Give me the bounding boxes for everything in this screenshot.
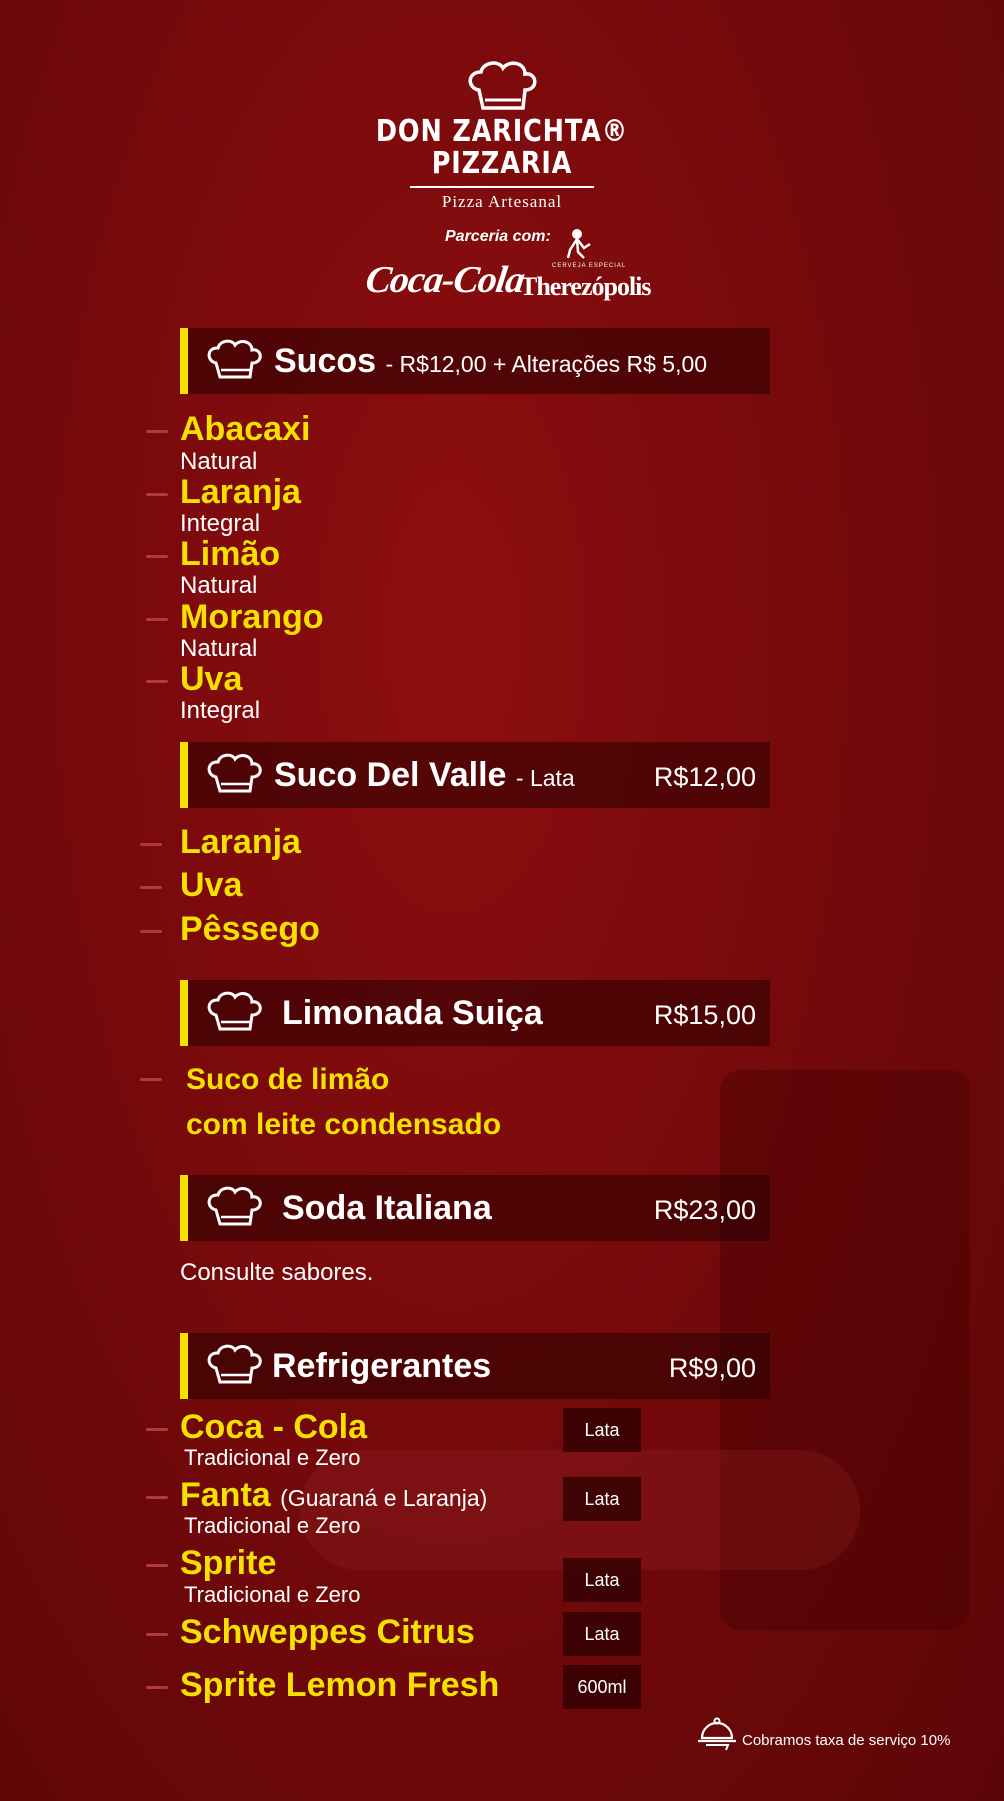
- size-tag: Lata: [563, 1558, 641, 1602]
- bullet: [146, 493, 168, 496]
- menu-item: com leite condensado: [186, 1108, 502, 1141]
- size-tag: 600ml: [563, 1665, 641, 1709]
- brand-tagline: Pizza Artesanal: [441, 192, 563, 211]
- section-price: R$23,00: [653, 1195, 756, 1225]
- chef-hat-logo-icon: [468, 61, 537, 110]
- menu-item-desc: Tradicional e Zero: [184, 1445, 361, 1470]
- bullet: [146, 1633, 168, 1636]
- bullet: [140, 930, 162, 933]
- menu-item: Coca - Cola: [180, 1408, 368, 1446]
- bullet: [146, 1428, 168, 1431]
- brand-name-line1: DON ZARICHTA®: [375, 114, 629, 149]
- bullet: [146, 1496, 168, 1499]
- menu-item: Uva: [180, 866, 243, 904]
- size-tag: Lata: [563, 1408, 641, 1452]
- accent-bar: [180, 980, 188, 1046]
- menu-item: Laranja: [180, 473, 301, 511]
- logo: DON ZARICHTA® PIZZARIA Pizza Artesanal: [0, 60, 1004, 212]
- section-price: R$9,00: [668, 1353, 756, 1383]
- menu-item: Fanta (Guaraná e Laranja): [180, 1476, 487, 1517]
- menu-item: Pêssego: [180, 910, 320, 948]
- brand-divider: [410, 186, 594, 188]
- service-fee-note: Cobramos taxa de serviço 10%: [742, 1732, 951, 1749]
- accent-bar: [180, 742, 188, 808]
- accent-bar: [180, 1175, 188, 1241]
- menu-item: Sprite Lemon Fresh: [180, 1666, 500, 1704]
- menu-item-desc: Tradicional e Zero: [184, 1513, 361, 1538]
- section-subtitle: - R$12,00 + Alterações R$ 5,00: [385, 351, 708, 377]
- section-header-suco-del-valle: Suco Del Valle - Lata R$12,00: [180, 742, 770, 808]
- bullet: [146, 618, 168, 621]
- section-title: Sucos - R$12,00 + Alterações R$ 5,00: [274, 342, 707, 381]
- section-title: Suco Del Valle - Lata: [274, 756, 575, 795]
- brand-name-line2: PIZZARIA: [431, 146, 573, 181]
- menu-item: Schweppes Citrus: [180, 1613, 475, 1651]
- menu-item-desc: Natural: [180, 448, 258, 475]
- menu-item-extra: (Guaraná e Laranja): [280, 1485, 488, 1511]
- bullet: [146, 680, 168, 683]
- size-tag: Lata: [563, 1477, 641, 1521]
- chef-hat-icon: [207, 753, 262, 793]
- chef-hat-icon: [207, 339, 262, 379]
- section-title: Limonada Suiça: [282, 994, 543, 1032]
- section-header-soda-italiana: Soda Italiana R$23,00: [180, 1175, 770, 1241]
- bullet: [140, 1078, 162, 1081]
- size-tag: Lata: [563, 1612, 641, 1656]
- mascot-icon: [566, 229, 591, 259]
- menu-item-desc: Tradicional e Zero: [184, 1582, 361, 1607]
- section-header-limonada-suica: Limonada Suiça R$15,00: [180, 980, 770, 1046]
- chef-hat-icon: [207, 991, 262, 1031]
- bullet: [146, 555, 168, 558]
- menu-item-desc: Natural: [180, 572, 258, 599]
- menu-item-desc: Integral: [180, 697, 261, 724]
- bullet: [140, 886, 162, 889]
- section-title-text: Sucos: [274, 342, 377, 380]
- coca-cola-logo: Coca-Cola: [363, 259, 527, 301]
- section-header-sucos: Sucos - R$12,00 + Alterações R$ 5,00: [180, 328, 770, 394]
- menu-item: Limão: [180, 535, 281, 573]
- menu-item: Abacaxi: [180, 410, 311, 448]
- section-price: R$15,00: [653, 1000, 756, 1030]
- menu-item: Laranja: [180, 823, 301, 861]
- beer-logo-subtitle: CERVEJA ESPECIAL: [552, 263, 627, 269]
- bullet: [140, 843, 162, 846]
- bullet: [146, 1564, 168, 1567]
- bullet: [146, 430, 168, 433]
- section-subtitle: - Lata: [515, 765, 575, 791]
- partner-label: Parceria com:: [445, 228, 551, 245]
- menu-item: Suco de limão: [186, 1063, 390, 1096]
- section-title: Refrigerantes: [272, 1347, 492, 1385]
- menu-item: Sprite: [180, 1544, 277, 1582]
- section-note: Consulte sabores.: [180, 1259, 374, 1286]
- section-title-text: Suco Del Valle: [274, 756, 507, 794]
- bullet: [146, 1686, 168, 1689]
- service-cloche-icon: [698, 1717, 736, 1751]
- menu-item: Morango: [180, 598, 324, 636]
- menu-item-desc: Natural: [180, 635, 258, 662]
- menu-item-name: Fanta: [180, 1476, 271, 1514]
- accent-bar: [180, 328, 188, 394]
- section-price: R$12,00: [653, 762, 756, 792]
- chef-hat-icon: [207, 1344, 262, 1384]
- chef-hat-icon: [207, 1186, 262, 1226]
- accent-bar: [180, 1333, 188, 1399]
- section-title: Soda Italiana: [282, 1189, 492, 1227]
- therezopolis-logo: Therezópolis: [520, 272, 652, 301]
- section-header-refrigerantes: Refrigerantes R$9,00: [180, 1333, 770, 1399]
- menu-item-desc: Integral: [180, 510, 261, 537]
- menu-item: Uva: [180, 660, 243, 698]
